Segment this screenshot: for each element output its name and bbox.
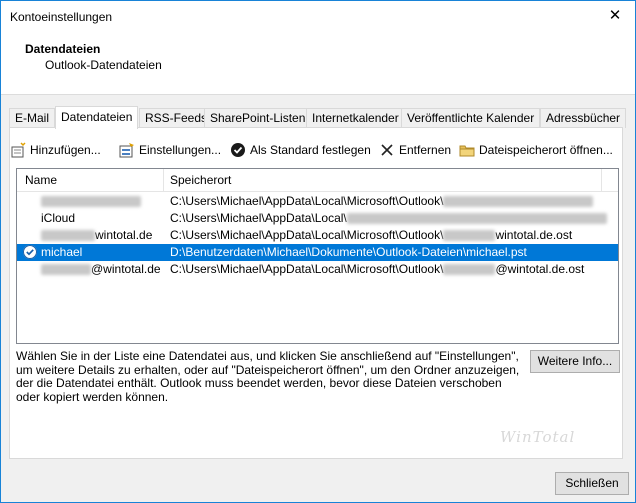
list-header: Name Speicherort — [17, 169, 618, 192]
close-button[interactable]: Schließen — [555, 472, 629, 495]
redacted-path — [443, 230, 496, 242]
remove-label: Entfernen — [399, 143, 452, 157]
column-divider[interactable] — [601, 169, 602, 191]
list-item-selected[interactable]: michael D:\Benutzerdaten\Michael\Dokumen… — [17, 244, 618, 261]
header-title: Datendateien — [25, 42, 101, 56]
settings-file-icon — [119, 142, 135, 158]
default-checkmark-icon — [23, 245, 37, 259]
list-item-path: C:\Users\Michael\AppData\Local\Microsoft… — [170, 228, 573, 242]
list-item-path: C:\Users\Michael\AppData\Local\ — [170, 210, 607, 227]
header-subtitle: Outlook-Datendateien — [45, 58, 162, 72]
checkmark-circle-icon — [230, 142, 246, 158]
set-default-label: Als Standard festlegen — [250, 143, 371, 157]
list-item-name: @wintotal.de — [41, 261, 161, 278]
redacted-name — [41, 230, 95, 242]
settings-label: Einstellungen... — [139, 143, 222, 157]
description-text: Wählen Sie in der Liste eine Datendatei … — [16, 349, 520, 404]
list-item-name: michael — [41, 245, 83, 259]
tab-published-calendars[interactable]: Veröffentlichte Kalender — [401, 108, 541, 128]
redacted-path — [443, 196, 594, 208]
list-item-path: C:\Users\Michael\AppData\Local\Microsoft… — [170, 262, 585, 276]
tab-internet-calendars[interactable]: Internetkalender — [306, 108, 405, 128]
list-item[interactable]: wintotal.de C:\Users\Michael\AppData\Loc… — [17, 227, 618, 244]
redacted-path — [443, 264, 496, 276]
add-label: Hinzufügen... — [30, 143, 101, 157]
settings-button[interactable]: Einstellungen... — [119, 140, 221, 160]
more-info-button[interactable]: Weitere Info... — [530, 350, 620, 373]
remove-x-icon — [379, 142, 395, 158]
window-title: Kontoeinstellungen — [10, 10, 113, 24]
redacted-name — [41, 196, 141, 208]
column-header-location[interactable]: Speicherort — [170, 173, 231, 187]
title-bar: Kontoeinstellungen ✕ — [1, 1, 635, 31]
remove-button[interactable]: Entfernen — [379, 140, 451, 160]
set-default-button[interactable]: Als Standard festlegen — [230, 140, 371, 160]
list-item-name: wintotal.de — [41, 227, 152, 244]
wintotal-watermark-logo: WinTotal — [500, 428, 576, 446]
redacted-path — [346, 213, 607, 225]
add-button[interactable]: Hinzufügen... — [10, 140, 101, 160]
list-item-name — [41, 193, 141, 210]
tab-rss-feeds[interactable]: RSS-Feeds — [139, 108, 214, 128]
list-item-name: iCloud — [41, 211, 76, 225]
dialog-header: Datendateien Outlook-Datendateien — [1, 31, 635, 95]
list-item[interactable]: C:\Users\Michael\AppData\Local\Microsoft… — [17, 193, 618, 210]
add-file-icon — [10, 142, 26, 158]
redacted-name — [41, 264, 91, 276]
open-file-location-button[interactable]: Dateispeicherort öffnen... — [459, 140, 613, 160]
tab-address-books[interactable]: Adressbücher — [540, 108, 627, 128]
close-window-icon[interactable]: ✕ — [595, 1, 635, 31]
tab-email[interactable]: E-Mail — [9, 108, 56, 128]
folder-icon — [459, 142, 475, 158]
tab-data-files[interactable]: Datendateien — [55, 106, 139, 129]
list-item-path: C:\Users\Michael\AppData\Local\Microsoft… — [170, 193, 594, 210]
list-item[interactable]: iCloud C:\Users\Michael\AppData\Local\ — [17, 210, 618, 227]
list-item-path: D:\Benutzerdaten\Michael\Dokumente\Outlo… — [170, 245, 527, 259]
column-divider[interactable] — [163, 169, 164, 191]
column-header-name[interactable]: Name — [25, 173, 57, 187]
list-item[interactable]: @wintotal.de C:\Users\Michael\AppData\Lo… — [17, 261, 618, 278]
tab-sharepoint-lists[interactable]: SharePoint-Listen — [204, 108, 312, 128]
open-file-location-label: Dateispeicherort öffnen... — [479, 143, 613, 157]
data-files-list[interactable]: Name Speicherort C:\Users\Michael\AppDat… — [16, 168, 619, 344]
